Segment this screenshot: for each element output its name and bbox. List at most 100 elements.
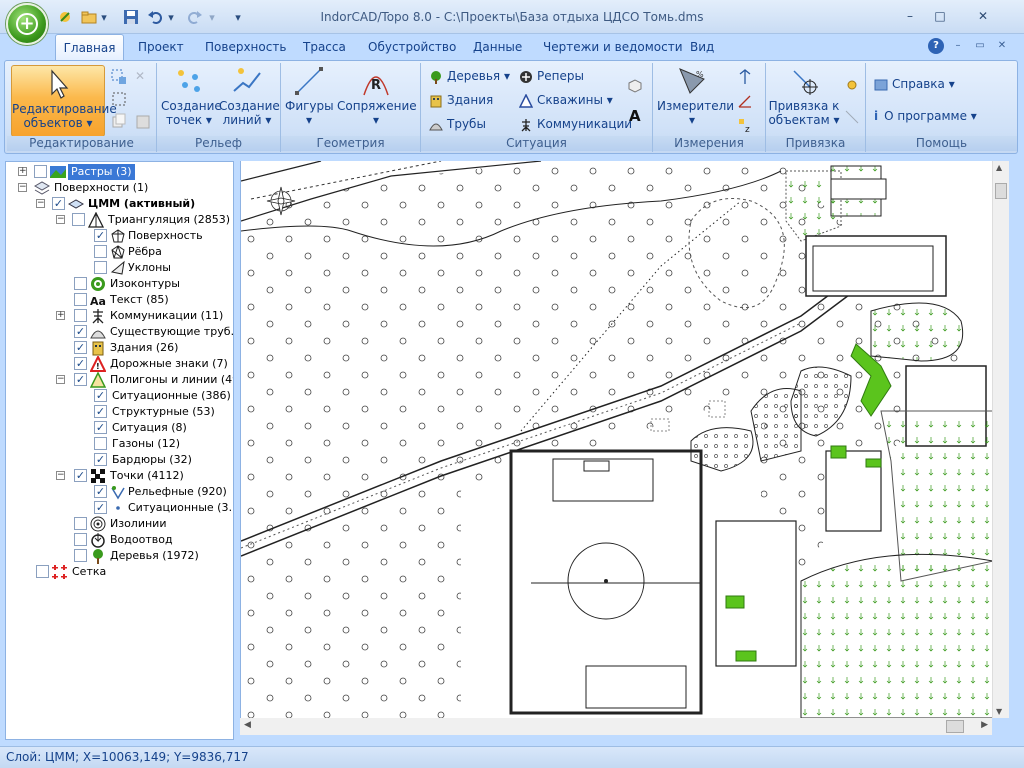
utilities-button[interactable]: Коммуникации — [519, 115, 632, 133]
scroll-down-icon[interactable]: ▼ — [996, 707, 1002, 716]
ribbon-restore-icon[interactable]: ▭ — [972, 38, 988, 54]
help-button[interactable]: Справка ▾ — [874, 75, 955, 93]
tab-project[interactable]: Проект — [138, 40, 184, 54]
tree-checkbox[interactable] — [74, 309, 87, 322]
paste-icon[interactable] — [135, 111, 155, 129]
tree-checkbox[interactable] — [34, 165, 47, 178]
conjugation-button[interactable]: R Сопряжение ▾ — [337, 65, 417, 127]
tree-checkbox[interactable] — [94, 437, 107, 450]
tree-checkbox[interactable] — [74, 293, 87, 306]
grid-icon — [52, 565, 67, 579]
create-points-button[interactable]: Создание точек ▾ — [161, 65, 222, 127]
tree-checkbox[interactable] — [74, 533, 87, 546]
map-canvas[interactable] — [240, 161, 992, 718]
tree-checkbox[interactable] — [74, 341, 87, 354]
minimize-button[interactable]: – — [896, 6, 924, 26]
tree-checkbox[interactable] — [94, 389, 107, 402]
tree-checkbox[interactable] — [74, 549, 87, 562]
select-area-icon[interactable] — [111, 89, 131, 107]
delete-icon[interactable]: ✕ — [135, 67, 145, 85]
meters-button[interactable]: % Измерители ▾ — [657, 65, 734, 127]
tree-item-rasters[interactable]: + Растры (3) — [6, 164, 233, 180]
help-icon[interactable]: ? — [928, 38, 944, 54]
tab-view[interactable]: Вид — [690, 40, 714, 54]
wells-button[interactable]: Скважины ▾ — [518, 91, 613, 109]
tree-checkbox[interactable] — [74, 517, 87, 530]
tree-label: Изолинии — [110, 517, 167, 530]
maximize-button[interactable]: □ — [926, 6, 954, 26]
tab-data[interactable]: Данные — [473, 40, 522, 54]
expand-icon[interactable]: + — [56, 311, 65, 320]
tree-icon — [431, 70, 441, 84]
tree-checkbox[interactable] — [74, 277, 87, 290]
copy-icon[interactable] — [111, 111, 131, 129]
tree-checkbox[interactable] — [94, 421, 107, 434]
tree-checkbox[interactable] — [52, 197, 65, 210]
tab-surface[interactable]: Поверхность — [205, 40, 286, 54]
tree-label: Ситуационные (386) — [112, 389, 231, 402]
tree-checkbox[interactable] — [74, 357, 87, 370]
block-icon[interactable] — [627, 75, 647, 93]
dem-icon — [68, 199, 84, 209]
scroll-up-icon[interactable]: ▲ — [996, 163, 1002, 172]
collapse-icon[interactable]: − — [56, 471, 65, 480]
select-icon[interactable] — [111, 67, 131, 85]
angle-icon[interactable] — [737, 91, 757, 109]
text-icon[interactable]: A — [629, 107, 641, 125]
snap-off-icon[interactable] — [844, 107, 864, 125]
tree-checkbox[interactable] — [74, 469, 87, 482]
tree-checkbox[interactable] — [36, 565, 49, 578]
close-button[interactable]: ✕ — [956, 6, 1010, 26]
edit-objects-button[interactable]: Редактирование объектов ▾ — [11, 65, 117, 137]
expand-icon[interactable]: + — [18, 167, 27, 176]
tree-checkbox[interactable] — [94, 501, 107, 514]
axis-icon[interactable] — [737, 67, 757, 85]
tree-checkbox[interactable] — [94, 261, 107, 274]
tree-checkbox[interactable] — [94, 229, 107, 242]
buildings-button[interactable]: Здания — [429, 91, 493, 109]
ribbon-minimize-icon[interactable]: – — [950, 38, 966, 54]
snap-objects-button[interactable]: Привязка к объектам ▾ — [768, 65, 840, 127]
about-label: О программе — [884, 109, 967, 123]
collapse-icon[interactable]: − — [18, 183, 27, 192]
trees-button[interactable]: Деревья ▾ — [429, 67, 510, 85]
ribbon-close-icon[interactable]: ✕ — [994, 38, 1010, 54]
tree-label: Ситуация (8) — [112, 421, 187, 434]
drainage-icon — [91, 533, 105, 548]
tab-home[interactable]: Главная — [55, 34, 124, 61]
elevation-icon[interactable]: z — [737, 115, 757, 135]
tab-arrangement[interactable]: Обустройство — [368, 40, 456, 54]
create-lines-button[interactable]: Создание линий ▾ — [219, 65, 280, 127]
tree-label: Изоконтуры — [110, 277, 180, 290]
meter-icon: % — [679, 68, 705, 94]
pipes-button[interactable]: Трубы — [429, 115, 486, 133]
tree-label: Сетка — [72, 565, 107, 578]
benchmarks-button[interactable]: Реперы — [519, 67, 584, 85]
horizontal-scrollbar[interactable]: ◀ ▶ — [240, 718, 992, 735]
vertical-scrollbar[interactable]: ▲ ▼ — [992, 161, 1009, 718]
figures-button[interactable]: Фигуры ▾ — [285, 65, 334, 127]
tree-checkbox[interactable] — [74, 373, 87, 386]
collapse-icon[interactable]: − — [56, 375, 65, 384]
cursor-icon — [51, 69, 69, 99]
tree-checkbox[interactable] — [94, 453, 107, 466]
scroll-left-icon[interactable]: ◀ — [244, 720, 251, 730]
tree-checkbox[interactable] — [74, 325, 87, 338]
collapse-icon[interactable]: − — [36, 199, 45, 208]
horizontal-scroll-thumb[interactable] — [946, 720, 964, 733]
collapse-icon[interactable]: − — [56, 215, 65, 224]
app-menu-button[interactable]: + — [6, 3, 48, 45]
vertical-scroll-thumb[interactable] — [995, 183, 1007, 199]
tab-route[interactable]: Трасса — [303, 40, 346, 54]
figures-label: Фигуры — [285, 99, 334, 113]
tab-drawings[interactable]: Чертежи и ведомости — [543, 40, 683, 54]
tree-checkbox[interactable] — [94, 485, 107, 498]
about-button[interactable]: iО программе ▾ — [874, 107, 977, 125]
tree-checkbox[interactable] — [94, 405, 107, 418]
snap-settings-icon[interactable] — [844, 75, 864, 93]
tree-checkbox[interactable] — [72, 213, 85, 226]
surface-icon — [111, 229, 125, 243]
scroll-right-icon[interactable]: ▶ — [981, 720, 988, 730]
raster-icon — [50, 166, 66, 178]
tree-checkbox[interactable] — [94, 245, 107, 258]
